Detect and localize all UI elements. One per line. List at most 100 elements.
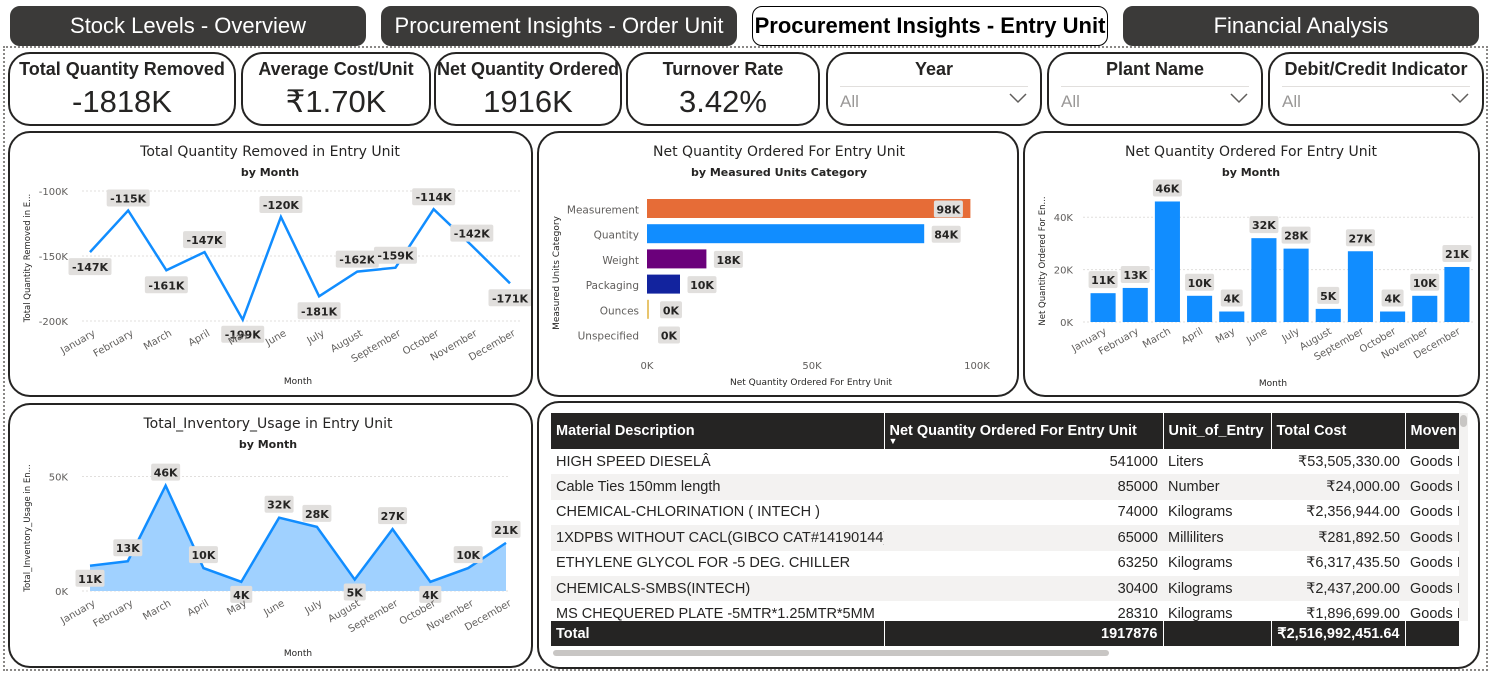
kpi-label: Turnover Rate [662, 59, 784, 79]
column-header-total-cost[interactable]: Total Cost [1271, 413, 1406, 449]
chevron-down-icon[interactable] [1008, 91, 1028, 105]
data-label: 32K [1252, 219, 1276, 232]
slicer-debit-credit-indicator[interactable]: Debit/Credit Indicator All [1268, 52, 1484, 126]
table-row[interactable]: HIGH SPEED DIESELÂ 541000 Liters ₹53,505… [551, 449, 1459, 474]
table-cell: Milliliters [1163, 525, 1271, 551]
data-label: 10K [1413, 277, 1437, 290]
kpi-turnover-rate: Turnover Rate 3.42% [626, 52, 820, 126]
vertical-scrollbar[interactable] [1459, 413, 1468, 621]
plant-name-dropdown[interactable]: All [1061, 86, 1249, 116]
chevron-down-icon[interactable] [1450, 91, 1470, 105]
y-tick-label: Unspecified [578, 331, 639, 343]
materials-table[interactable]: Material Description Net Quantity Ordere… [551, 413, 1459, 649]
table-row[interactable]: CHEMICAL-CHLORINATION ( INTECH ) 74000 K… [551, 500, 1459, 525]
bar [1187, 295, 1213, 322]
chart-title: Net Quantity Ordered For Entry Unit [653, 144, 905, 160]
x-tick-label: July [305, 328, 327, 347]
chart-subtitle: by Month [239, 438, 297, 451]
data-label: 84K [934, 229, 958, 242]
bar [1154, 201, 1180, 322]
x-tick-label: June [1244, 326, 1269, 347]
data-label: -115K [110, 193, 147, 206]
column-header-unit-of-entry[interactable]: Unit_of_Entry [1163, 413, 1272, 449]
vertical-scrollbar-thumb[interactable] [1460, 415, 1467, 427]
data-label: 5K [1320, 290, 1337, 303]
data-label: 4K [1224, 293, 1241, 306]
column-header-material-description[interactable]: Material Description [551, 413, 885, 449]
table-cell: Goods I [1410, 453, 1459, 470]
sort-descending-icon[interactable]: ▼ [889, 436, 898, 446]
chart-inventory-usage-panel[interactable]: Total_Inventory_Usage in Entry Unit by M… [8, 403, 533, 668]
chevron-down-icon[interactable] [1229, 91, 1249, 105]
table-cell: Goods I [1405, 575, 1459, 602]
table-cell: 63250 [1117, 555, 1158, 572]
data-label: -161K [148, 279, 185, 292]
horizontal-scrollbar-thumb[interactable] [553, 650, 1109, 656]
data-label: 13K [1123, 269, 1147, 282]
bar [1412, 295, 1438, 322]
column-header-movement[interactable]: Moven [1405, 413, 1459, 449]
data-label: 32K [267, 499, 291, 512]
table-row[interactable]: 1XDPBS WITHOUT CACL(GIBCO CAT#14190144)5… [551, 525, 1459, 551]
bar [1090, 293, 1116, 322]
x-tick-label: March [141, 598, 173, 623]
column-header-net-quantity[interactable]: Net Quantity Ordered For Entry Unit ▼ [884, 413, 1164, 449]
total-unit [1163, 621, 1272, 646]
y-tick-label: Weight [602, 255, 639, 267]
tab-procurement-order-unit[interactable]: Procurement Insights - Order Unit [381, 6, 737, 46]
chart-subtitle: by Measured Units Category [691, 166, 867, 179]
table-row[interactable]: CHEMICALS-SMBS(INTECH) 30400 Kilograms ₹… [551, 575, 1459, 602]
x-tick-label: 0K [641, 361, 654, 372]
table-cell: HIGH SPEED DIESELÂ [556, 453, 711, 470]
total-net-quantity: 1917876 [884, 621, 1164, 646]
table-cell: CHEMICALS-SMBS(INTECH) [551, 575, 884, 602]
total-cost: ₹2,516,992,451.64 [1271, 621, 1406, 646]
tab-procurement-entry-unit[interactable]: Procurement Insights - Entry Unit [752, 6, 1108, 46]
table-row[interactable]: Cable Ties 150mm length 85000 Number ₹24… [551, 474, 1459, 500]
data-label: -147K [187, 234, 224, 247]
data-label: -181K [301, 305, 338, 318]
chart-ordered-by-month[interactable]: Net Quantity Ordered For Entry Unit by M… [1025, 133, 1478, 395]
year-dropdown[interactable]: All [840, 86, 1028, 116]
materials-table-panel[interactable]: Material Description Net Quantity Ordere… [537, 401, 1480, 669]
chart-ordered-month-panel[interactable]: Net Quantity Ordered For Entry Unit by M… [1023, 131, 1480, 397]
chart-quantity-removed[interactable]: Total Quantity Removed in Entry Unit by … [10, 133, 531, 395]
table-row[interactable]: ETHYLENE GLYCOL FOR -5 DEG. CHILLER 6325… [551, 551, 1459, 576]
kpi-value: -1818K [72, 84, 172, 119]
table-cell: ₹2,437,200.00 [1271, 575, 1405, 602]
table-cell: Goods I [1410, 504, 1459, 521]
data-label: 21K [1445, 248, 1469, 261]
bar [1219, 311, 1245, 322]
data-label: 10K [1188, 277, 1212, 290]
y-axis-title: Measured Units Category [552, 215, 562, 329]
data-label: 28K [305, 508, 329, 521]
debit-credit-dropdown[interactable]: All [1282, 86, 1470, 116]
chart-ordered-by-category[interactable]: Net Quantity Ordered For Entry Unit by M… [539, 133, 1017, 395]
tab-financial-analysis[interactable]: Financial Analysis [1123, 6, 1479, 46]
x-tick-label: July [302, 598, 324, 617]
table-total-row: Total 1917876 ₹2,516,992,451.64 [551, 621, 1459, 646]
chart-category-panel[interactable]: Net Quantity Ordered For Entry Unit by M… [537, 131, 1019, 397]
slicer-label: Plant Name [1105, 59, 1205, 79]
bar [647, 274, 680, 294]
chart-quantity-removed-panel[interactable]: Total Quantity Removed in Entry Unit by … [8, 131, 533, 397]
data-label: 18K [716, 254, 740, 267]
bar [647, 199, 971, 218]
y-tick-label: -100K [39, 187, 69, 198]
slicer-label: Debit/Credit Indicator [1284, 59, 1468, 79]
chart-inventory-usage[interactable]: Total_Inventory_Usage in Entry Unit by M… [10, 405, 531, 666]
x-tick-label: June [261, 598, 286, 619]
x-axis-title: Net Quantity Ordered For Entry Unit [730, 378, 892, 388]
slicer-label: Year [914, 59, 954, 79]
table-cell: ₹2,356,944.00 [1306, 504, 1400, 521]
tab-stock-levels-overview[interactable]: Stock Levels - Overview [10, 6, 366, 46]
table-cell: 30400 [884, 575, 1163, 602]
slicer-year[interactable]: Year All [826, 52, 1042, 126]
x-tick-label: February [92, 328, 136, 360]
table-cell: Cable Ties 150mm length [551, 474, 884, 500]
table-cell: Goods I [1405, 525, 1459, 551]
data-label: 27K [381, 510, 405, 523]
slicer-plant-name[interactable]: Plant Name All [1047, 52, 1263, 126]
x-tick-label: 50K [802, 361, 822, 372]
bar [1122, 287, 1148, 322]
